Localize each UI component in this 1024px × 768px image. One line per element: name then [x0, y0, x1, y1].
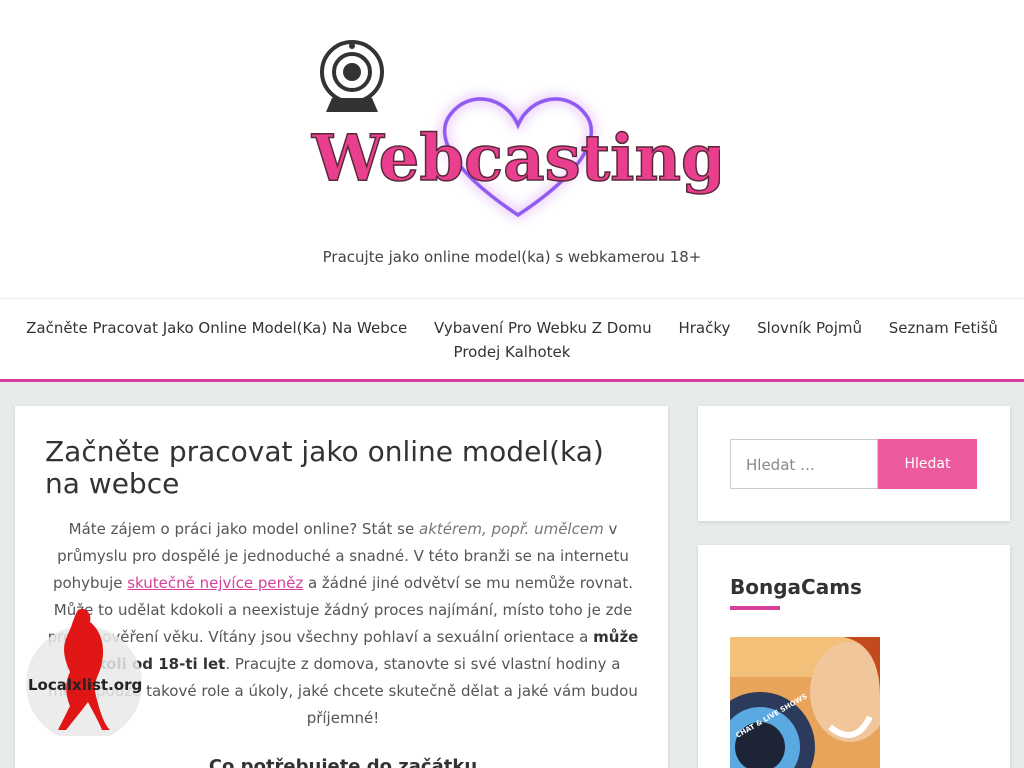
bongacams-widget: BongaCams CHAT & LIVE SHOWS — [698, 545, 1010, 768]
site-tagline: Pracujte jako online model(ka) s webkame… — [322, 248, 702, 266]
webcam-icon — [320, 40, 384, 112]
main-navigation: Začněte Pracovat Jako Online Model(Ka) N… — [0, 298, 1024, 382]
article-title: Začněte pracovat jako online model(ka) n… — [45, 435, 604, 500]
article-emphasis: aktérem, popř. umělcem — [419, 520, 604, 538]
watermark-logo — [26, 608, 142, 736]
nav-item-slovnik[interactable]: Slovník Pojmů — [757, 319, 862, 337]
nav-item-zacnete[interactable]: Začněte Pracovat Jako Online Model(Ka) N… — [26, 319, 407, 337]
site-logo[interactable]: Webcasting — [300, 30, 720, 235]
nav-item-vybaveni[interactable]: Vybavení Pro Webku Z Domu — [434, 319, 652, 337]
nav-item-hracky[interactable]: Hračky — [678, 319, 730, 337]
nav-item-kalhotky[interactable]: Prodej Kalhotek — [454, 343, 571, 361]
article-text: Máte zájem o práci jako model online? St… — [68, 520, 419, 538]
search-widget: Hledat … Hledat — [698, 406, 1010, 521]
site-header: Webcasting Pracujte jako online model(ka… — [0, 0, 1024, 300]
nav-item-fetise[interactable]: Seznam Fetišů — [889, 319, 998, 337]
search-button[interactable]: Hledat — [878, 439, 977, 489]
svg-text:Webcasting: Webcasting — [311, 121, 720, 196]
search-input[interactable]: Hledat … — [730, 439, 878, 489]
watermark-text: Localxlist.org — [28, 676, 143, 694]
article-subheading: Co potřebujete do začátku — [208, 756, 478, 768]
title-underline — [730, 606, 780, 610]
widget-title: BongaCams — [730, 575, 862, 599]
bongacams-banner[interactable]: CHAT & LIVE SHOWS — [730, 637, 880, 768]
article-link[interactable]: skutečně nejvíce peněz — [127, 574, 303, 592]
